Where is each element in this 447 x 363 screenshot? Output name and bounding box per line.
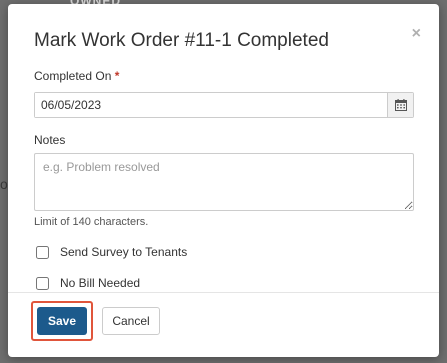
required-mark: *	[114, 69, 120, 83]
complete-work-order-modal: Mark Work Order #11-1 Completed × Comple…	[8, 4, 439, 357]
no-bill-needed-label: No Bill Needed	[60, 276, 141, 290]
completed-on-label: Completed On *	[34, 69, 119, 83]
calendar-icon[interactable]	[387, 93, 413, 117]
notes-help-text: Limit of 140 characters.	[34, 216, 149, 228]
send-survey-label: Send Survey to Tenants	[60, 245, 188, 259]
send-survey-option[interactable]: Send Survey to Tenants	[36, 245, 187, 259]
cancel-button[interactable]: Cancel	[102, 307, 160, 335]
backdrop-side-text: o	[0, 176, 8, 192]
completed-on-date-input[interactable]	[35, 93, 387, 117]
modal-title: Mark Work Order #11-1 Completed	[34, 30, 329, 51]
completed-on-label-text: Completed On	[34, 69, 112, 83]
completed-on-date-group	[34, 92, 414, 118]
notes-label: Notes	[34, 133, 66, 147]
close-icon[interactable]: ×	[412, 26, 421, 42]
notes-textarea[interactable]	[34, 153, 414, 211]
send-survey-checkbox[interactable]	[36, 245, 49, 259]
save-button[interactable]: Save	[37, 307, 87, 335]
no-bill-needed-option[interactable]: No Bill Needed	[36, 276, 140, 290]
save-button-highlight: Save	[31, 301, 93, 341]
no-bill-needed-checkbox[interactable]	[36, 276, 49, 290]
footer-divider	[8, 292, 439, 293]
